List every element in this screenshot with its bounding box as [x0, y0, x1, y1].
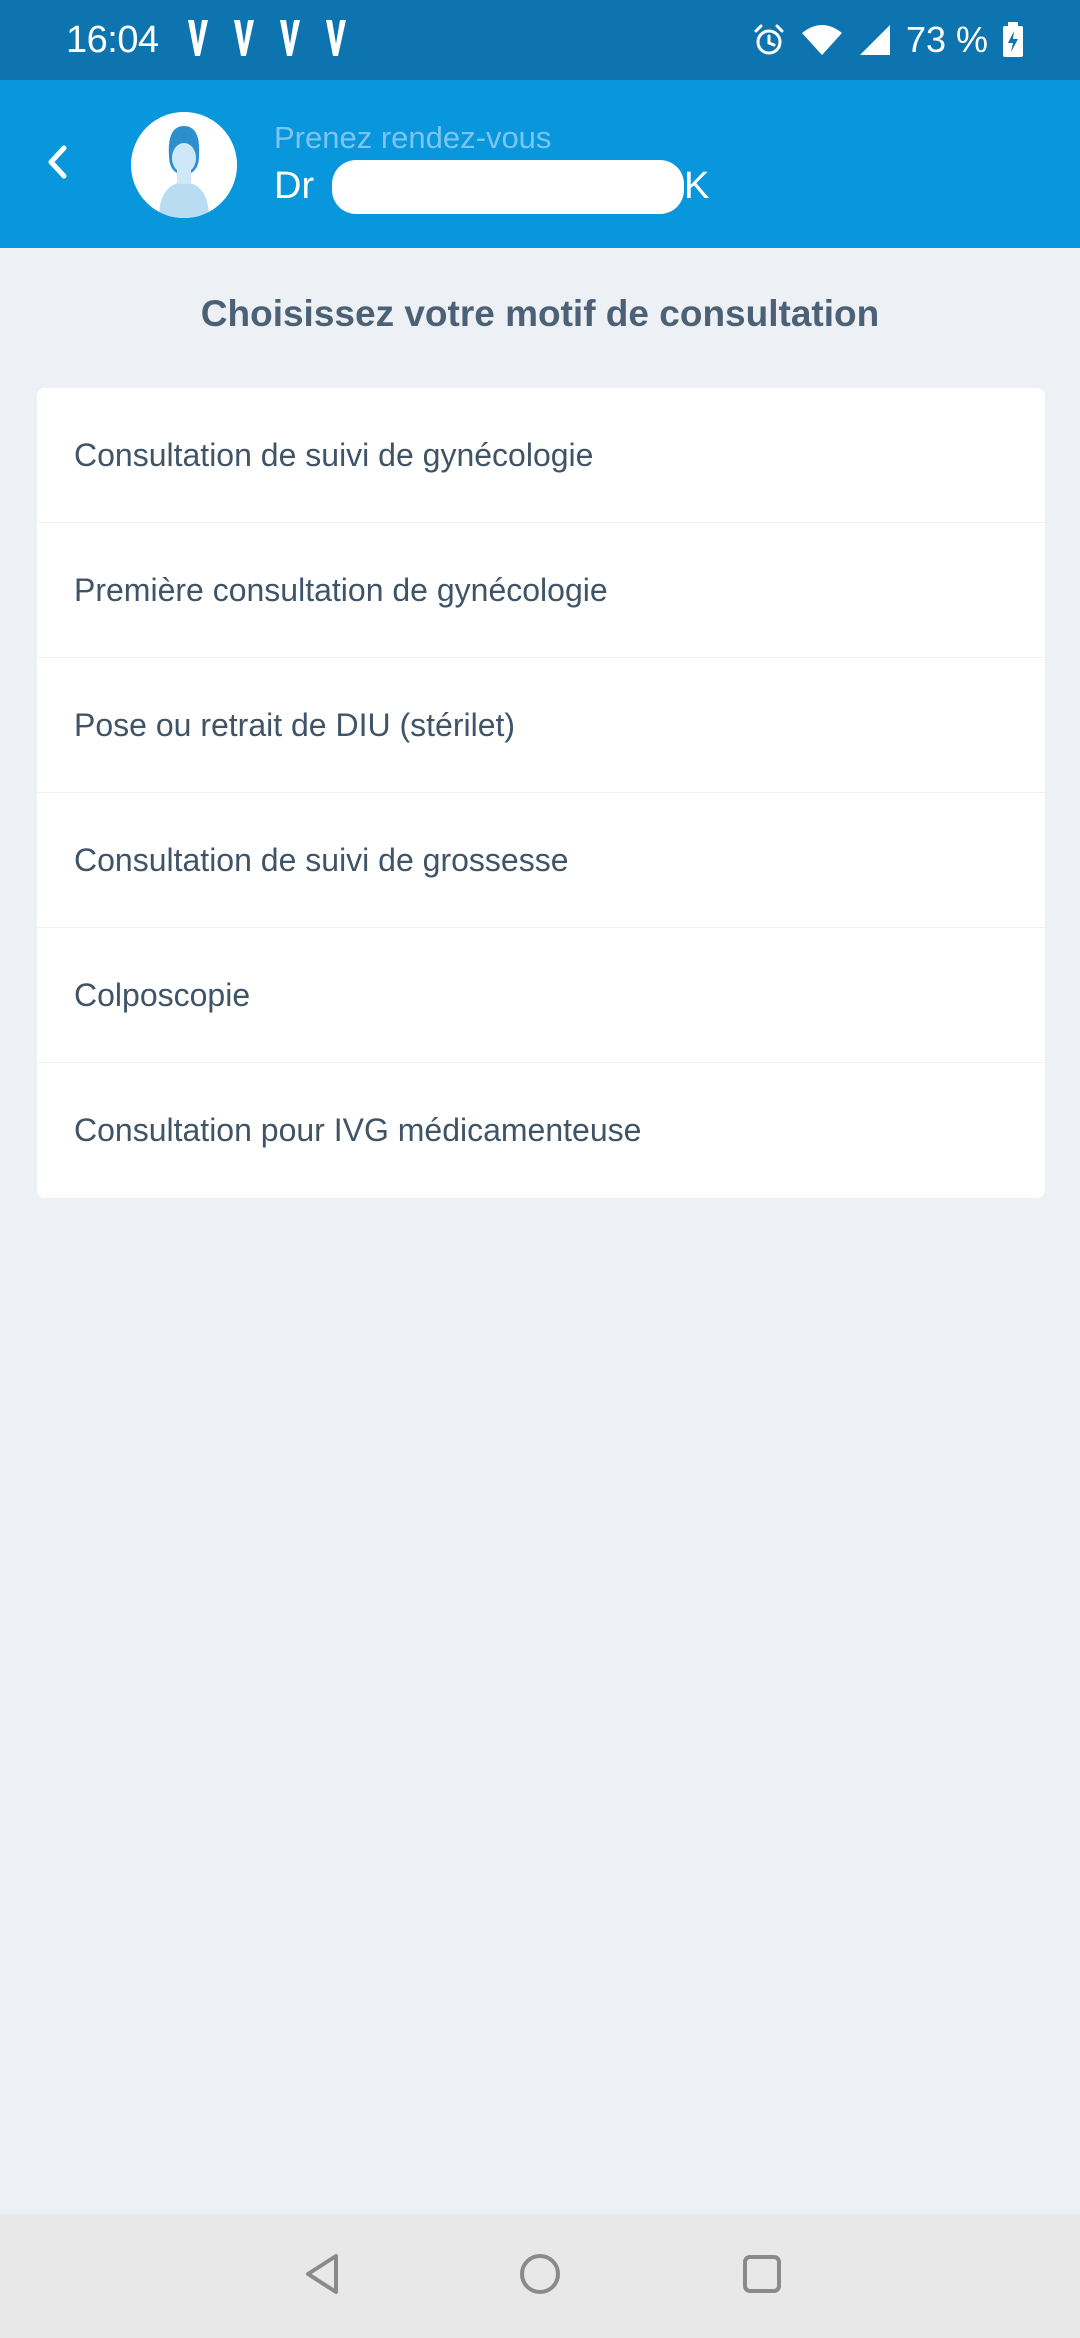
doctor-name-prefix: Dr	[274, 165, 315, 207]
motif-item[interactable]: Première consultation de gynécologie	[37, 523, 1045, 658]
name-redaction	[332, 160, 684, 214]
battery-percent: 73 %	[905, 19, 988, 60]
header-subtitle: Prenez rendez-vous	[274, 120, 552, 155]
motif-list: Consultation de suivi de gynécologie Pre…	[37, 388, 1045, 1198]
status-bar: 16:04 73 %	[0, 0, 1080, 80]
status-time: 16:04	[66, 19, 159, 61]
doctor-name-suffix: K	[684, 165, 710, 207]
motif-item[interactable]: Consultation de suivi de gynécologie	[37, 388, 1045, 523]
motif-item[interactable]: Pose ou retrait de DIU (stérilet)	[37, 658, 1045, 793]
motif-item[interactable]: Consultation de suivi de grossesse	[37, 793, 1045, 928]
recents-square-icon	[740, 2252, 784, 2301]
app-header: Prenez rendez-vous Dr K	[0, 80, 1080, 248]
nav-home-button[interactable]	[512, 2248, 568, 2304]
vinted-icon	[186, 18, 210, 62]
status-right-group: 73 %	[752, 18, 1024, 62]
back-triangle-icon	[302, 2252, 342, 2301]
back-button[interactable]	[30, 136, 86, 192]
motif-item[interactable]: Consultation pour IVG médicamenteuse	[37, 1063, 1045, 1198]
nav-recents-button[interactable]	[734, 2248, 790, 2304]
alarm-icon	[752, 23, 786, 57]
vinted-icon	[278, 18, 302, 62]
doctor-avatar	[131, 112, 237, 218]
chevron-left-icon	[44, 144, 72, 185]
home-circle-icon	[518, 2252, 562, 2301]
vinted-icon	[324, 18, 348, 62]
nav-back-button[interactable]	[294, 2248, 350, 2304]
notification-icons	[186, 18, 348, 62]
vinted-icon	[232, 18, 256, 62]
doctor-avatar-icon	[131, 112, 237, 218]
navigation-bar	[0, 2214, 1080, 2338]
page-title: Choisissez votre motif de consultation	[200, 293, 880, 334]
motif-item[interactable]: Colposcopie	[37, 928, 1045, 1063]
signal-icon	[858, 23, 892, 57]
wifi-icon	[800, 23, 844, 57]
battery-charging-icon	[1002, 22, 1024, 58]
